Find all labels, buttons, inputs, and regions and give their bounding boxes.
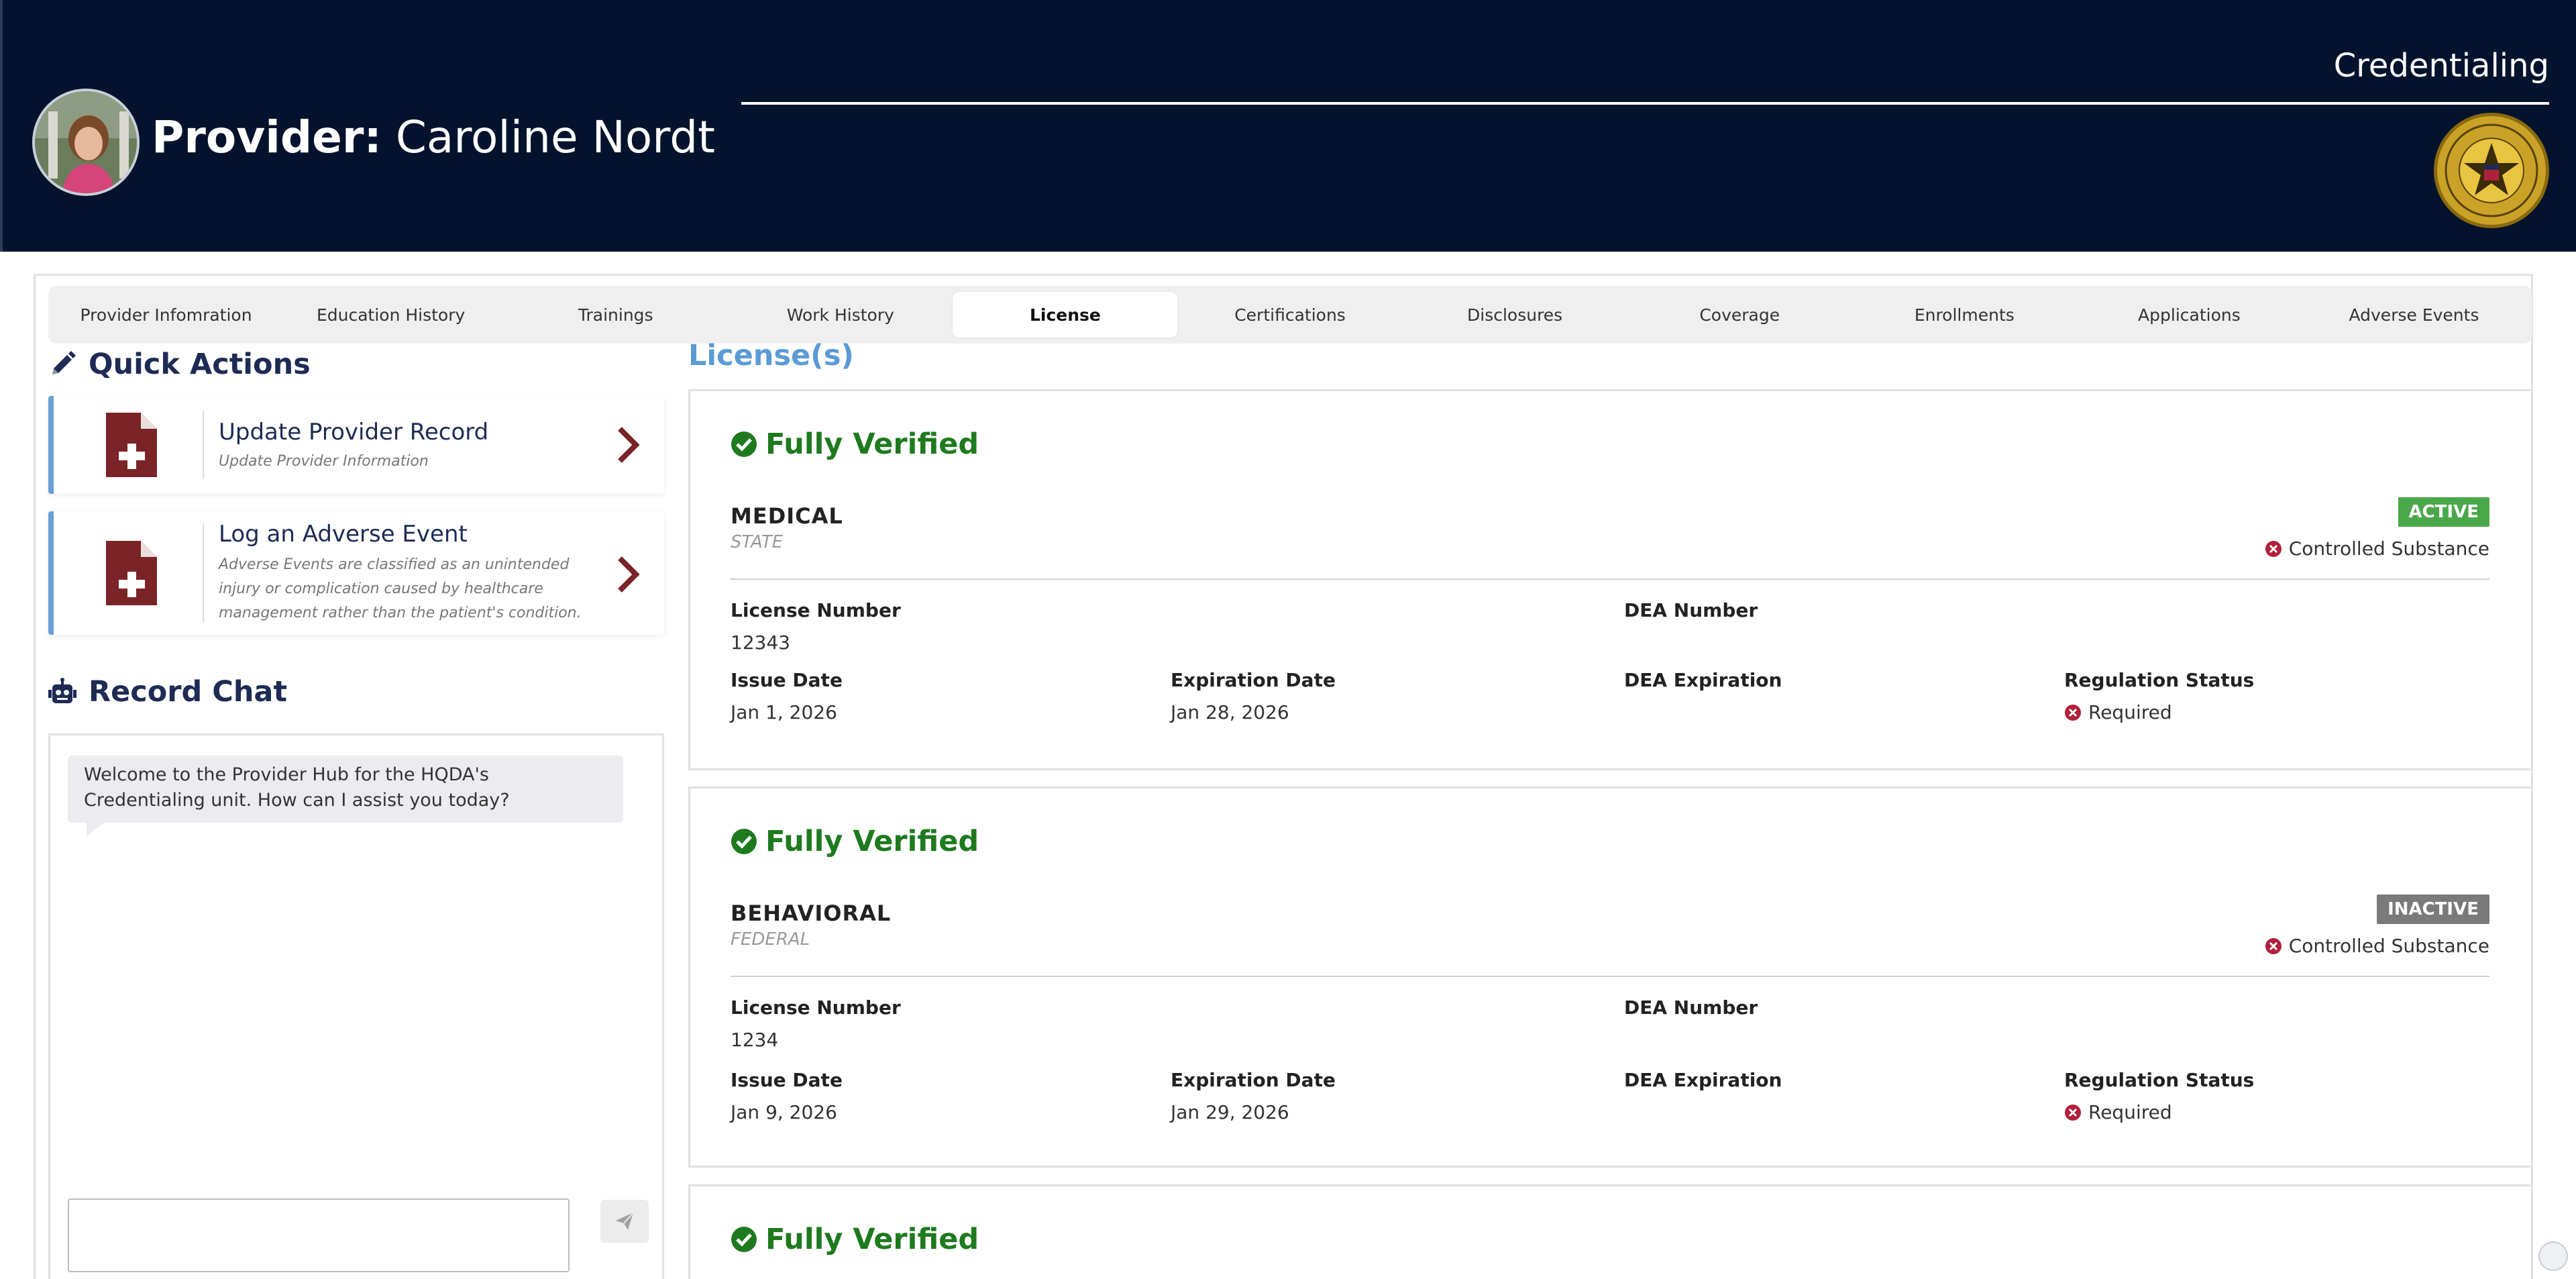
- medical-document-icon: [106, 413, 157, 477]
- regulation-status-value: Required: [2064, 1101, 2172, 1123]
- send-button[interactable]: [600, 1200, 649, 1243]
- quick-actions-heading: Quick Actions: [48, 348, 311, 381]
- tab-education-history[interactable]: Education History: [278, 292, 503, 338]
- paper-plane-icon: [616, 1212, 634, 1230]
- quick-action-subtitle: Adverse Events are classified as an unin…: [219, 556, 582, 621]
- controlled-substance-status: Controlled Substance: [2265, 935, 2489, 957]
- log-adverse-event-button[interactable]: Log an Adverse Event Adverse Events are …: [48, 511, 664, 635]
- license-card: Fully Verified MEDICAL STATE ACTIVE Cont…: [688, 389, 2533, 770]
- chevron-right-icon: [618, 556, 640, 593]
- x-circle-icon: [2065, 704, 2081, 721]
- regulation-status-value: Required: [2064, 701, 2172, 723]
- license-scope: FEDERAL: [731, 929, 810, 950]
- tab-license[interactable]: License: [953, 292, 1178, 338]
- status-badge: INACTIVE: [2377, 894, 2489, 924]
- dea-expiration-label: DEA Expiration: [1624, 1069, 1782, 1091]
- chat-panel: Welcome to the Provider Hub for the HQDA…: [48, 733, 664, 1279]
- license-number-label: License Number: [731, 996, 901, 1019]
- army-seal-logo: [2434, 113, 2549, 228]
- quick-action-subtitle: Update Provider Information: [219, 453, 429, 470]
- pencil-icon: [52, 351, 76, 374]
- expiration-date-label: Expiration Date: [1171, 1069, 1336, 1091]
- provider-label: Provider:: [152, 111, 382, 163]
- license-number-label: License Number: [731, 599, 901, 621]
- dea-number-label: DEA Number: [1624, 996, 1758, 1019]
- issue-date-value: Jan 1, 2026: [731, 701, 837, 723]
- card-divider: [203, 523, 204, 623]
- controlled-substance-status: Controlled Substance: [2265, 538, 2489, 560]
- expiration-date-value: Jan 29, 2026: [1171, 1101, 1289, 1123]
- verification-label: Fully Verified: [765, 825, 979, 858]
- tab-bar: Provider Infomration Education History T…: [48, 286, 2532, 344]
- tab-coverage[interactable]: Coverage: [1627, 292, 1852, 338]
- license-card: Fully Verified BEHAVIORAL FEDERAL INACTI…: [688, 786, 2533, 1168]
- provider-avatar: [32, 89, 140, 196]
- license-type: BEHAVIORAL: [731, 901, 892, 926]
- verification-status: Fully Verified: [731, 1223, 979, 1256]
- issue-date-label: Issue Date: [731, 669, 843, 691]
- check-circle-icon: [731, 829, 757, 854]
- tab-certifications[interactable]: Certifications: [1177, 292, 1402, 338]
- controlled-substance-label: Controlled Substance: [2288, 538, 2489, 560]
- expiration-date-value: Jan 28, 2026: [1171, 701, 1289, 723]
- screenshot-tool-button[interactable]: [2538, 1241, 2568, 1271]
- medical-document-icon: [106, 541, 157, 605]
- quick-action-title: Log an Adverse Event: [219, 521, 468, 548]
- tab-disclosures[interactable]: Disclosures: [1403, 292, 1627, 338]
- verification-status: Fully Verified: [731, 825, 979, 858]
- tab-work-history[interactable]: Work History: [728, 292, 953, 338]
- provider-name: Caroline Nordt: [395, 111, 716, 163]
- verification-status: Fully Verified: [731, 427, 979, 461]
- license-card: Fully Verified: [688, 1184, 2533, 1279]
- card-rule: [731, 976, 2489, 977]
- status-badge: ACTIVE: [2398, 497, 2489, 527]
- check-circle-icon: [731, 431, 757, 457]
- verification-label: Fully Verified: [765, 427, 979, 461]
- dea-number-label: DEA Number: [1624, 599, 1758, 621]
- license-scope: STATE: [731, 532, 784, 552]
- regulation-status-text: Required: [2088, 1101, 2172, 1123]
- header-edge: [0, 0, 3, 252]
- chevron-right-icon: [618, 427, 640, 463]
- verification-label: Fully Verified: [765, 1223, 979, 1256]
- regulation-status-label: Regulation Status: [2064, 669, 2255, 691]
- tab-provider-information[interactable]: Provider Infomration: [54, 292, 278, 338]
- provider-title: Provider: Caroline Nordt: [152, 107, 715, 168]
- license-number-value: 12343: [731, 631, 791, 654]
- x-circle-icon: [2065, 1104, 2081, 1121]
- dea-expiration-label: DEA Expiration: [1624, 669, 1782, 691]
- avatar-photo: [35, 91, 137, 193]
- regulation-status-label: Regulation Status: [2064, 1069, 2255, 1091]
- regulation-status-text: Required: [2088, 701, 2172, 723]
- chat-welcome-message: Welcome to the Provider Hub for the HQDA…: [68, 756, 623, 836]
- license-number-value: 1234: [731, 1029, 779, 1051]
- tab-enrollments[interactable]: Enrollments: [1852, 292, 2077, 338]
- record-chat-heading: Record Chat: [48, 675, 287, 709]
- card-rule: [731, 578, 2489, 580]
- header-rule: [741, 102, 2549, 105]
- tab-adverse-events[interactable]: Adverse Events: [2302, 292, 2526, 338]
- update-provider-record-button[interactable]: Update Provider Record Update Provider I…: [48, 396, 664, 494]
- app-header: Provider: Caroline Nordt Credentialing: [0, 0, 2576, 252]
- record-chat-title: Record Chat: [89, 675, 288, 709]
- issue-date-label: Issue Date: [731, 1069, 843, 1091]
- license-type: MEDICAL: [731, 503, 843, 529]
- quick-action-title: Update Provider Record: [219, 419, 489, 446]
- x-circle-icon: [2265, 937, 2282, 954]
- card-divider: [203, 411, 204, 479]
- app-title: Credentialing: [2333, 47, 2549, 85]
- quick-actions-title: Quick Actions: [89, 348, 311, 381]
- issue-date-value: Jan 9, 2026: [731, 1101, 837, 1123]
- controlled-substance-label: Controlled Substance: [2288, 935, 2489, 957]
- x-circle-icon: [2265, 540, 2282, 557]
- chat-input[interactable]: [68, 1198, 570, 1272]
- robot-icon: [48, 678, 76, 703]
- licenses-heading: License(s): [688, 339, 855, 372]
- expiration-date-label: Expiration Date: [1171, 669, 1336, 691]
- tab-applications[interactable]: Applications: [2077, 292, 2302, 338]
- tab-trainings[interactable]: Trainings: [503, 292, 728, 338]
- check-circle-icon: [731, 1227, 757, 1252]
